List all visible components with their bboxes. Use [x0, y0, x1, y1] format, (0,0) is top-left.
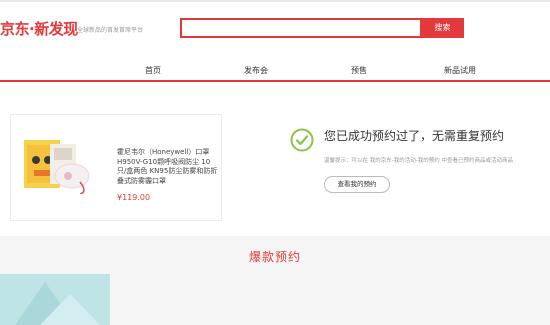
reservation-tip: 温馨提示：可以在 我的京东-我的活动-我的预约 中查看已预约商品或活动商品 [324, 158, 513, 164]
section-title: 爆款预约 [248, 250, 301, 264]
check-circle-icon [290, 128, 314, 152]
main-nav: 首页 发布会 预售 新品试用 [0, 60, 550, 82]
promo-banner-image[interactable] [0, 274, 110, 325]
logo[interactable]: 京东·新发现 [0, 18, 78, 39]
product-card[interactable]: 霍尼韦尔（Honeywell）口罩 H950V-G10颗呼吸阀防尘 10只/盒两… [10, 114, 222, 221]
hot-reservations-section: 爆款预约 [0, 236, 550, 325]
nav-item-trial[interactable]: 新品试用 [444, 65, 476, 76]
search-input[interactable] [180, 18, 422, 38]
page: 京东·新发现 全球新品的首发首席平台 搜索 首页 发布会 预售 新品试用 霍尼韦… [0, 0, 550, 325]
product-price: ¥119.00 [117, 193, 151, 202]
logo-slogan: 全球新品的首发首席平台 [77, 27, 144, 34]
nav-item-launch[interactable]: 发布会 [244, 65, 268, 76]
reservation-result: 霍尼韦尔（Honeywell）口罩 H950V-G10颗呼吸阀防尘 10只/盒两… [0, 84, 550, 236]
product-name[interactable]: 霍尼韦尔（Honeywell）口罩 H950V-G10颗呼吸阀防尘 10只/盒两… [117, 148, 219, 186]
header: 京东·新发现 全球新品的首发首席平台 搜索 [0, 0, 550, 60]
search-button[interactable]: 搜索 [421, 18, 464, 38]
top-divider [0, 0, 550, 2]
success-message: 您已成功预约过了，无需重复预约 [324, 129, 505, 143]
view-my-reservations-button[interactable]: 查看我的预约 [324, 176, 390, 193]
nav-item-presale[interactable]: 预售 [351, 65, 367, 76]
product-image[interactable] [24, 140, 92, 194]
nav-item-home[interactable]: 首页 [145, 65, 161, 76]
